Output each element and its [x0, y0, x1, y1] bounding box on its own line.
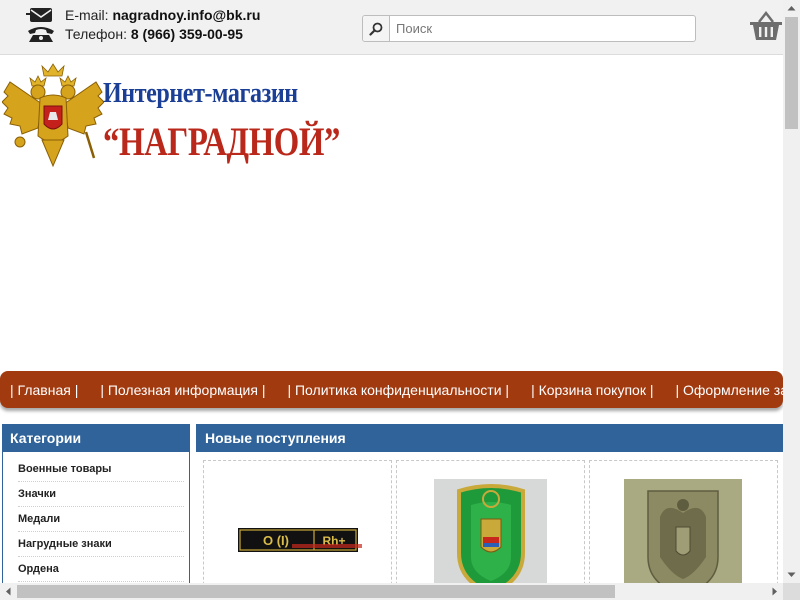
search-button[interactable]: [363, 16, 390, 41]
category-item-military-goods[interactable]: Военные товары: [18, 457, 184, 482]
horizontal-scroll-thumb[interactable]: [17, 585, 615, 598]
page-viewport: E-mail: nagradnoy.info@bk.ru Телефон: 8 …: [0, 0, 783, 583]
sidebar-title: Категории: [2, 424, 190, 452]
product-card[interactable]: [396, 460, 585, 583]
embroidered-patch-image[interactable]: [590, 461, 779, 583]
scrollbar-corner: [783, 583, 800, 600]
email-icon: [26, 8, 52, 22]
category-list: Военные товары Значки Медали Нагрудные з…: [2, 452, 190, 583]
nav-item-checkout[interactable]: | Оформление заказа |: [675, 382, 783, 398]
search-icon: [369, 22, 383, 36]
category-item-breast-badges[interactable]: Нагрудные знаки: [18, 532, 184, 557]
main-navigation: | Главная | | Полезная информация | | По…: [0, 371, 783, 408]
phone-value: 8 (966) 359-00-95: [130, 26, 243, 42]
nav-item-shopping-cart[interactable]: | Корзина покупок |: [531, 382, 653, 398]
nav-item-home[interactable]: | Главная |: [10, 382, 78, 398]
nav-item-privacy-policy[interactable]: | Политика конфиденциальности |: [287, 382, 509, 398]
logo-title-line1: Интернет-магазин: [103, 78, 298, 109]
search-box: [362, 15, 696, 42]
phone-icon: [28, 27, 54, 42]
email-line: E-mail: nagradnoy.info@bk.ru: [65, 7, 260, 23]
wildlife-protection-badge-image[interactable]: [397, 461, 586, 583]
phone-line: Телефон: 8 (966) 359-00-95: [65, 26, 243, 42]
scroll-left-arrow-icon[interactable]: [0, 583, 17, 600]
blood-type-patch-image[interactable]: O (I) Rh+: [204, 461, 393, 583]
category-item-orders[interactable]: Ордена: [18, 557, 184, 582]
email-value[interactable]: nagradnoy.info@bk.ru: [112, 7, 260, 23]
new-arrivals-title: Новые поступления: [196, 424, 783, 452]
nav-item-useful-info[interactable]: | Полезная информация |: [100, 382, 265, 398]
scroll-right-arrow-icon[interactable]: [766, 583, 783, 600]
vertical-scrollbar[interactable]: [783, 0, 800, 583]
search-input[interactable]: [390, 16, 695, 41]
vertical-scroll-thumb[interactable]: [785, 17, 798, 129]
category-item-medals[interactable]: Медали: [18, 507, 184, 532]
category-item-badges[interactable]: Значки: [18, 482, 184, 507]
scroll-down-arrow-icon[interactable]: [783, 566, 800, 583]
product-card[interactable]: [589, 460, 778, 583]
email-label: E-mail:: [65, 7, 109, 23]
top-contact-bar: E-mail: nagradnoy.info@bk.ru Телефон: 8 …: [0, 0, 783, 55]
product-card[interactable]: O (I) Rh+: [203, 460, 392, 583]
cart-icon[interactable]: [749, 9, 783, 43]
patch-text-blood-group: O (I): [263, 533, 289, 548]
horizontal-scrollbar[interactable]: [0, 583, 783, 600]
scroll-up-arrow-icon[interactable]: [783, 0, 800, 17]
logo-title-line2: “НАГРАДНОЙ”: [103, 119, 340, 164]
double-headed-eagle-emblem[interactable]: [2, 62, 104, 170]
phone-label: Телефон:: [65, 26, 127, 42]
